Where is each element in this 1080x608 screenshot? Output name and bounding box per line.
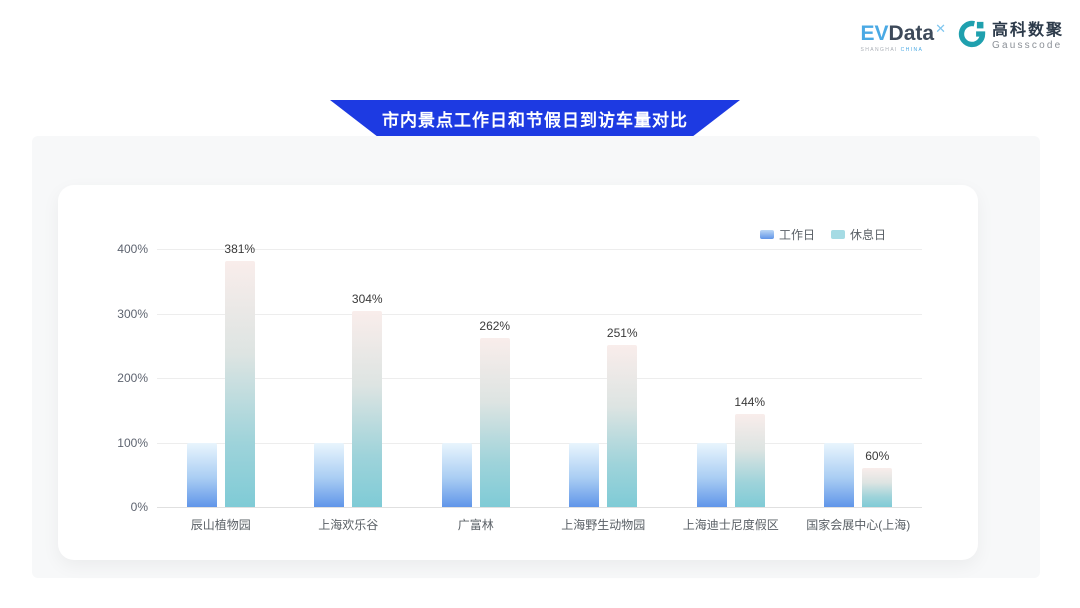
bar-restday	[735, 414, 765, 507]
gridline-100	[157, 443, 922, 444]
gausscode-en-name: Gausscode	[992, 40, 1064, 52]
bar-value-label: 381%	[224, 242, 255, 256]
bar-workday	[187, 443, 217, 508]
bar-value-label: 262%	[479, 319, 510, 333]
bar-value-label: 251%	[607, 326, 638, 340]
gridline-400	[157, 249, 922, 250]
y-tick-label-300: 300%	[117, 307, 148, 321]
legend-label-restday: 休息日	[850, 226, 886, 243]
bar-value-label: 60%	[865, 449, 889, 463]
legend-swatch-workday-icon	[760, 230, 774, 239]
category-label: 国家会展中心(上海)	[806, 516, 910, 533]
evdata-x-icon: ✕	[935, 21, 946, 36]
bar-restday	[352, 311, 382, 507]
evdata-logo: EVData✕ SHANGHAI CHINA	[861, 23, 946, 53]
category-label: 辰山植物园	[191, 516, 251, 533]
y-tick-label-0: 0%	[131, 500, 148, 514]
evdata-logo-data: Data	[889, 22, 935, 45]
chart-card: 工作日 休息日 0%100%200%300%400%381%辰山植物园304%上…	[58, 185, 978, 560]
bar-value-label: 304%	[352, 292, 383, 306]
category-label: 上海野生动物园	[561, 516, 645, 533]
bar-workday	[569, 443, 599, 508]
chart-panel: 工作日 休息日 0%100%200%300%400%381%辰山植物园304%上…	[32, 136, 1040, 578]
legend-item-workday[interactable]: 工作日	[760, 226, 815, 243]
bar-restday	[862, 468, 892, 507]
evdata-logo-text: EVData✕	[861, 23, 946, 44]
legend-item-restday[interactable]: 休息日	[831, 226, 886, 243]
evdata-subtext-china: CHINA	[901, 47, 924, 53]
gausscode-g-icon	[958, 20, 986, 53]
bar-workday	[697, 443, 727, 508]
gausscode-logo: 高科数聚 Gausscode	[958, 20, 1064, 53]
bar-workday	[314, 443, 344, 508]
y-tick-label-200: 200%	[117, 371, 148, 385]
evdata-logo-ev: EV	[861, 22, 889, 45]
bar-workday	[442, 443, 472, 508]
bar-restday	[225, 261, 255, 507]
bar-restday	[607, 345, 637, 507]
page-title: 市内景点工作日和节假日到访车量对比	[382, 106, 688, 132]
plot-area: 0%100%200%300%400%381%辰山植物园304%上海欢乐谷262%…	[157, 249, 922, 507]
gridline-300	[157, 314, 922, 315]
gridline-0	[157, 507, 922, 508]
legend-label-workday: 工作日	[779, 226, 815, 243]
chart-legend: 工作日 休息日	[760, 226, 886, 243]
bar-workday	[824, 443, 854, 508]
banner-ribbon: 市内景点工作日和节假日到访车量对比	[330, 100, 740, 137]
legend-swatch-restday-icon	[831, 230, 845, 239]
evdata-logo-subtext: SHANGHAI CHINA	[861, 47, 946, 53]
gridline-200	[157, 378, 922, 379]
header-logos: EVData✕ SHANGHAI CHINA 高科数聚 Gausscode	[861, 20, 1064, 53]
y-tick-label-100: 100%	[117, 436, 148, 450]
bar-value-label: 144%	[734, 395, 765, 409]
category-label: 上海迪士尼度假区	[683, 516, 779, 533]
evdata-subtext-shanghai: SHANGHAI	[861, 47, 901, 53]
gausscode-cn-name: 高科数聚	[992, 21, 1064, 40]
category-label: 广富林	[458, 516, 494, 533]
y-tick-label-400: 400%	[117, 242, 148, 256]
category-label: 上海欢乐谷	[318, 516, 378, 533]
bar-restday	[480, 338, 510, 507]
